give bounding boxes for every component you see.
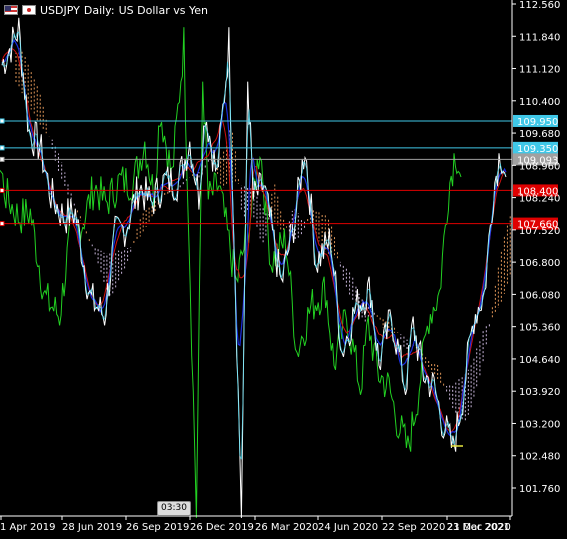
price-tick-label: 106.800 bbox=[519, 258, 560, 269]
level-anchor-handle[interactable] bbox=[0, 221, 5, 227]
price-tick-label: 106.080 bbox=[519, 290, 560, 301]
time-tick-label: 26 Dec 2019 bbox=[190, 522, 254, 533]
price-tick-label: 105.360 bbox=[519, 323, 560, 334]
level-anchor-handle[interactable] bbox=[0, 187, 5, 193]
chart-title: USDJPY Daily: US Dollar vs Yen bbox=[4, 3, 208, 17]
time-tick-label: 26 Sep 2019 bbox=[126, 522, 189, 533]
level-anchor-handle[interactable] bbox=[0, 118, 5, 124]
us-flag-icon bbox=[4, 5, 18, 15]
price-tick-label: 107.520 bbox=[519, 226, 560, 237]
price-tick-label: 101.760 bbox=[519, 484, 560, 495]
price-tick-label: 103.920 bbox=[519, 387, 560, 398]
time-tick-label: 26 Mar 2020 bbox=[255, 522, 318, 533]
level-anchor-handle[interactable] bbox=[0, 156, 5, 162]
price-tick-label: 109.680 bbox=[519, 129, 560, 140]
time-tick-label: 22 Sep 2020 bbox=[382, 522, 445, 533]
level-price-label: 109.950 bbox=[517, 117, 558, 128]
price-tick-label: 108.240 bbox=[519, 194, 560, 205]
price-tick-label: 110.400 bbox=[519, 97, 560, 108]
jp-flag-icon bbox=[22, 5, 36, 15]
time-tick-label: 28 Jun 2019 bbox=[62, 522, 122, 533]
price-tick-label: 102.480 bbox=[519, 452, 560, 463]
price-tick-label: 112.560 bbox=[519, 0, 560, 11]
price-tick-label: 108.960 bbox=[519, 161, 560, 172]
time-tick-label: 23 Mar 2021 bbox=[447, 522, 510, 533]
symbol-name: USDJPY bbox=[40, 3, 80, 17]
timeframe: Daily: bbox=[83, 3, 115, 17]
price-tick-label: 103.200 bbox=[519, 419, 560, 430]
symbol-description: US Dollar vs Yen bbox=[118, 3, 208, 17]
time-tick-label: 1 Apr 2019 bbox=[0, 522, 55, 533]
bar-countdown-label: 03:30 bbox=[157, 501, 191, 516]
price-tick-label: 111.120 bbox=[519, 65, 560, 76]
price-chart[interactable]: 109.950109.350109.093108.400107.660 112.… bbox=[0, 0, 567, 539]
price-tick-label: 111.840 bbox=[519, 32, 560, 43]
price-tick-label: 104.640 bbox=[519, 355, 560, 366]
level-price-label: 109.350 bbox=[517, 144, 558, 155]
level-anchor-handle[interactable] bbox=[0, 145, 5, 151]
time-tick-label: 24 Jun 2020 bbox=[318, 522, 378, 533]
